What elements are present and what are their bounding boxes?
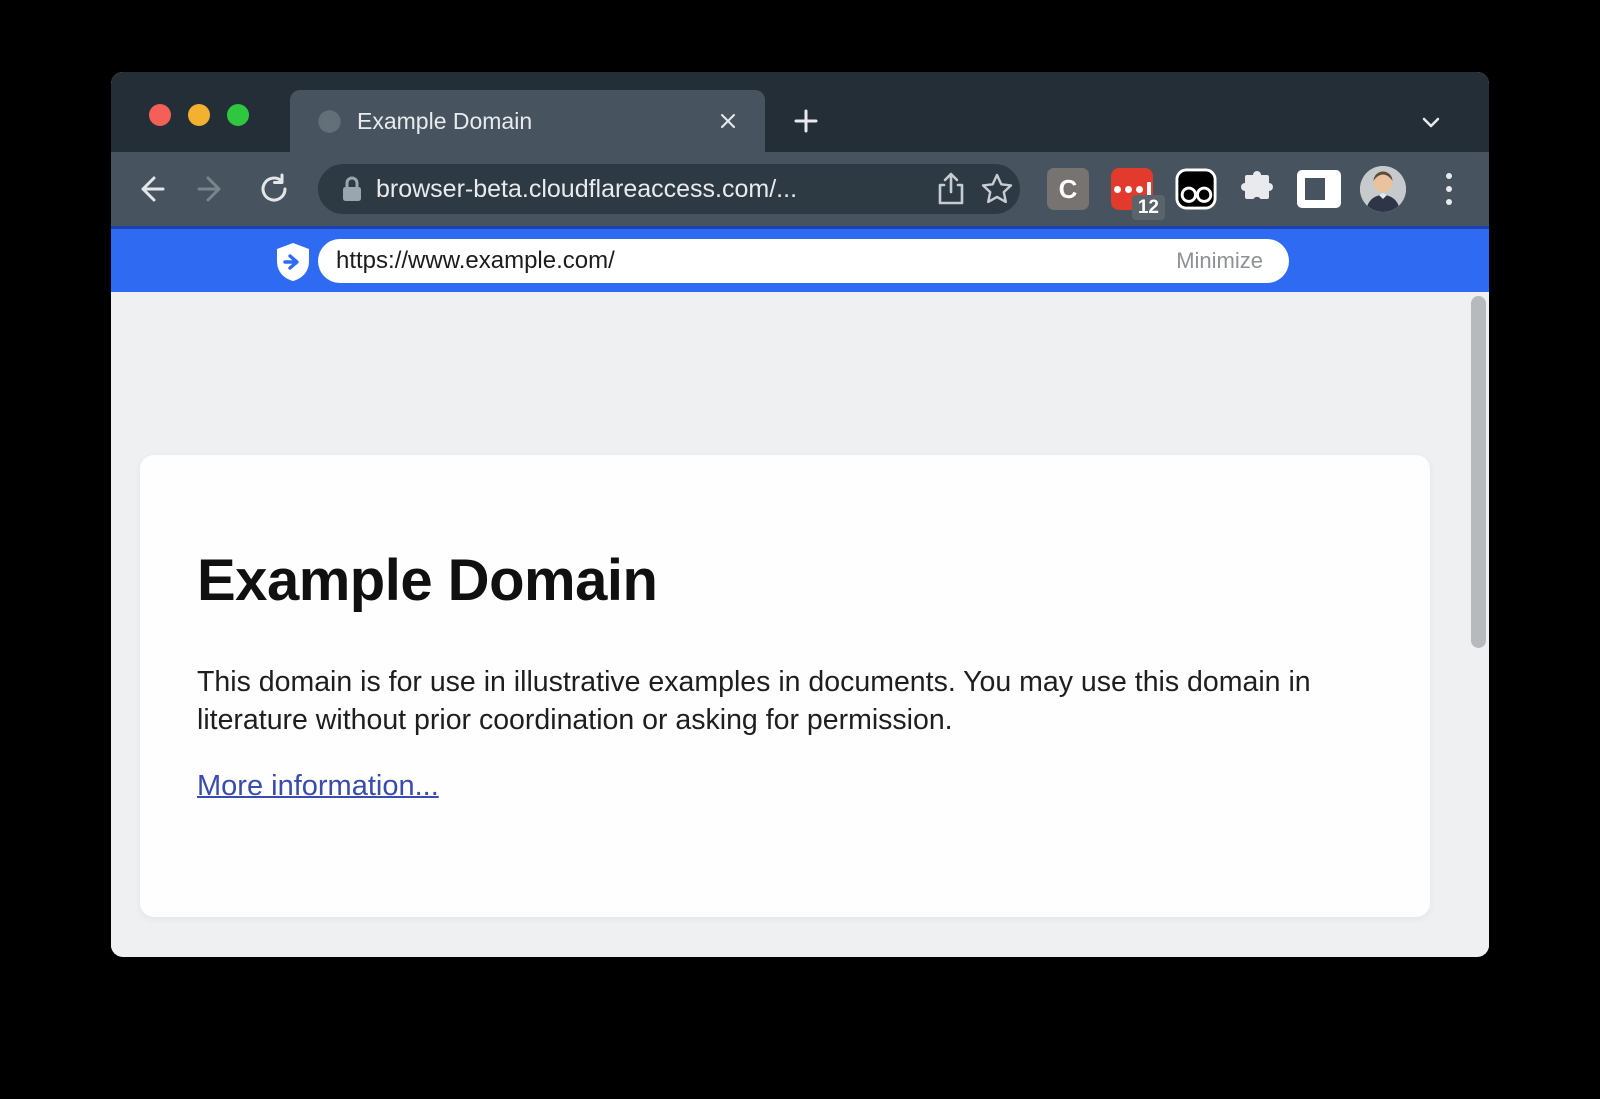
tab-example-domain[interactable]: Example Domain: [290, 90, 765, 152]
page-heading: Example Domain: [197, 547, 657, 614]
back-arrow-icon: [133, 172, 167, 206]
address-text: browser-beta.cloudflareaccess.com/...: [376, 175, 928, 204]
close-window-button[interactable]: [149, 104, 171, 126]
tab-close-icon[interactable]: [711, 104, 745, 138]
extension-recorder-button[interactable]: [1175, 168, 1217, 210]
scrollbar-thumb[interactable]: [1471, 296, 1486, 648]
forward-arrow-icon: [195, 172, 229, 206]
side-panel-icon: [1297, 170, 1341, 208]
extension-password-manager-button[interactable]: 12: [1111, 168, 1153, 210]
more-information-link[interactable]: More information...: [197, 770, 439, 803]
plus-icon: [791, 106, 821, 136]
tab-title: Example Domain: [357, 108, 711, 135]
back-button[interactable]: [124, 163, 176, 215]
forward-button[interactable]: [186, 163, 238, 215]
remote-url-text: https://www.example.com/: [336, 247, 1176, 275]
share-icon: [936, 172, 966, 206]
puzzle-piece-icon: [1239, 171, 1275, 207]
globe-favicon-icon: [316, 108, 343, 135]
window-controls: [149, 104, 249, 126]
remote-browser-bar: https://www.example.com/ Minimize: [111, 226, 1489, 292]
share-button[interactable]: [928, 166, 974, 212]
minimize-bar-button[interactable]: Minimize: [1176, 248, 1263, 274]
lock-icon: [340, 175, 364, 203]
minimize-window-button[interactable]: [188, 104, 210, 126]
tab-strip: Example Domain: [111, 72, 1489, 152]
reload-icon: [258, 173, 290, 205]
side-panel-button[interactable]: [1297, 170, 1341, 208]
chevron-down-icon: [1418, 109, 1444, 135]
two-circles-icon: [1175, 167, 1217, 211]
profile-avatar[interactable]: [1360, 166, 1406, 212]
page-paragraph: This domain is for use in illustrative e…: [197, 663, 1357, 739]
address-bar[interactable]: browser-beta.cloudflareaccess.com/...: [318, 164, 1020, 214]
navigation-toolbar: browser-beta.cloudflareaccess.com/... C …: [111, 152, 1489, 226]
tab-search-button[interactable]: [1411, 102, 1451, 142]
extensions-menu-button[interactable]: [1236, 168, 1278, 210]
extension-c-button[interactable]: C: [1047, 168, 1089, 210]
new-tab-button[interactable]: [783, 98, 829, 144]
shield-arrow-icon: [273, 241, 313, 283]
page-viewport: Example Domain This domain is for use in…: [111, 292, 1489, 954]
star-icon: [980, 172, 1014, 206]
extension-c-label: C: [1059, 174, 1078, 205]
reload-button[interactable]: [248, 163, 300, 215]
remote-url-input[interactable]: https://www.example.com/ Minimize: [318, 239, 1289, 283]
extension-badge: 12: [1132, 195, 1165, 220]
password-dots-icon: [1114, 182, 1151, 196]
bookmark-button[interactable]: [974, 166, 1020, 212]
browser-menu-button[interactable]: [1429, 168, 1469, 210]
avatar-photo: [1360, 166, 1406, 212]
zoom-window-button[interactable]: [227, 104, 249, 126]
content-card: Example Domain This domain is for use in…: [140, 455, 1430, 917]
kebab-menu-icon: [1446, 173, 1452, 179]
browser-window: Example Domain browser-beta.clo: [111, 72, 1489, 957]
